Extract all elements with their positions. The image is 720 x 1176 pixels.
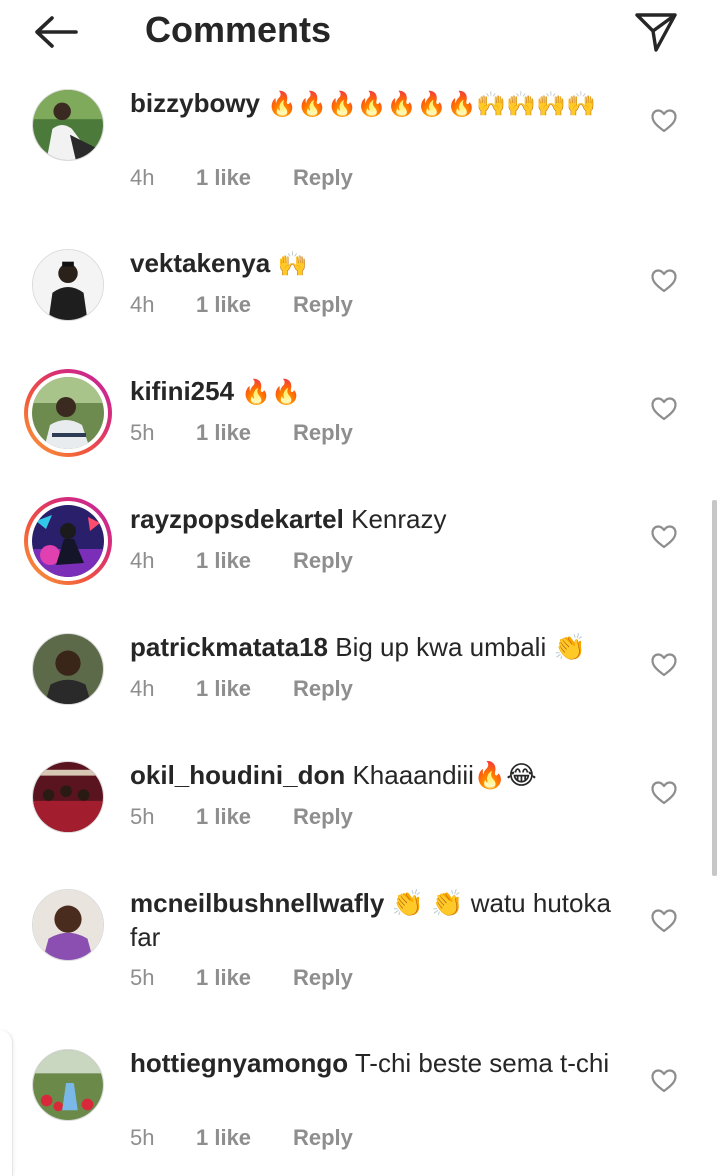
comment-body: 🔥🔥🔥🔥🔥🔥🔥🙌🙌🙌🙌 (267, 90, 596, 118)
comment-meta: 5h 1 like Reply (130, 964, 353, 992)
page-title: Comments (145, 9, 332, 50)
username-link[interactable]: okil_houdini_don (130, 760, 345, 790)
heart-icon (651, 397, 677, 421)
avatar (32, 1049, 104, 1121)
timestamp: 5h (130, 420, 155, 445)
avatar (32, 249, 104, 321)
top-bar: Comments (0, 0, 720, 66)
avatar-button[interactable] (28, 1045, 108, 1125)
avatar-button[interactable] (28, 629, 108, 709)
likes-link[interactable]: 1 like (196, 1124, 293, 1152)
avatar (32, 633, 104, 705)
heart-icon (651, 109, 677, 133)
likes-link[interactable]: 1 like (196, 164, 293, 192)
timestamp: 4h (130, 676, 155, 701)
reply-button[interactable]: Reply (293, 164, 353, 192)
reply-button[interactable]: Reply (293, 547, 353, 575)
likes-link[interactable]: 1 like (196, 547, 293, 575)
comment-meta: 4h 1 like Reply (130, 291, 353, 319)
timestamp: 5h (130, 804, 155, 829)
comment-body: Big up kwa umbali 👏 (335, 632, 586, 662)
arrow-left-icon (35, 16, 78, 48)
heart-icon (651, 653, 677, 677)
avatar (32, 889, 104, 961)
like-button[interactable] (648, 649, 680, 681)
comment-text: hottiegnyamongo T-chi beste sema t-chi (130, 1046, 630, 1080)
likes-link[interactable]: 1 like (196, 964, 293, 992)
username-link[interactable]: kifini254 (130, 376, 234, 406)
username-link[interactable]: rayzpopsdekartel (130, 504, 344, 534)
comment-body: T-chi beste sema t-chi (354, 1048, 610, 1078)
reply-button[interactable]: Reply (293, 803, 353, 831)
reply-button[interactable]: Reply (293, 291, 353, 319)
share-button[interactable] (628, 8, 684, 56)
comment-body: Kenrazy (351, 504, 447, 534)
comment-body: Khaaandiii🔥😂 (352, 760, 537, 790)
like-button[interactable] (648, 1065, 680, 1097)
timestamp: 5h (130, 1125, 155, 1150)
like-button[interactable] (648, 777, 680, 809)
heart-icon (651, 525, 677, 549)
heart-icon (651, 909, 677, 933)
comment-text: vektakenya 🙌 (130, 246, 630, 281)
heart-icon (651, 781, 677, 805)
likes-link[interactable]: 1 like (196, 291, 293, 319)
reply-button[interactable]: Reply (293, 419, 353, 447)
timestamp: 4h (130, 292, 155, 317)
comment-meta: 4h 1 like Reply (130, 547, 353, 575)
username-link[interactable]: bizzybowy (130, 88, 260, 118)
comment-text: bizzybowy 🔥🔥🔥🔥🔥🔥🔥🙌🙌🙌🙌 (130, 86, 630, 121)
avatar-button[interactable] (28, 757, 108, 837)
back-button[interactable] (28, 10, 84, 54)
story-ring (28, 373, 108, 453)
comment-meta: 5h 1 like Reply (130, 1124, 353, 1152)
username-link[interactable]: patrickmatata18 (130, 632, 328, 662)
avatar (32, 377, 104, 449)
likes-link[interactable]: 1 like (196, 419, 293, 447)
timestamp: 4h (130, 165, 155, 190)
avatar (32, 89, 104, 161)
username-link[interactable]: hottiegnyamongo (130, 1048, 348, 1078)
avatar (32, 761, 104, 833)
comment-meta: 4h 1 like Reply (130, 675, 353, 703)
comment-meta: 5h 1 like Reply (130, 419, 353, 447)
timestamp: 5h (130, 965, 155, 990)
likes-link[interactable]: 1 like (196, 675, 293, 703)
avatar-button[interactable] (28, 885, 108, 965)
reply-button[interactable]: Reply (293, 1124, 353, 1152)
like-button[interactable] (648, 265, 680, 297)
like-button[interactable] (648, 105, 680, 137)
like-button[interactable] (648, 393, 680, 425)
comment-text: rayzpopsdekartel Kenrazy (130, 502, 630, 536)
heart-icon (651, 1069, 677, 1093)
avatar-button[interactable] (28, 85, 108, 165)
reply-button[interactable]: Reply (293, 675, 353, 703)
avatar-button[interactable] (24, 369, 112, 457)
scrollbar[interactable] (712, 500, 717, 876)
comment-text: kifini254 🔥🔥 (130, 374, 630, 409)
reply-button[interactable]: Reply (293, 964, 353, 992)
avatar-button[interactable] (28, 245, 108, 325)
username-link[interactable]: vektakenya (130, 248, 270, 278)
heart-icon (651, 269, 677, 293)
side-panel-edge (0, 1030, 13, 1176)
username-link[interactable]: mcneilbushnellwafly (130, 888, 384, 918)
comment-meta: 4h 1 like Reply (130, 164, 353, 192)
timestamp: 4h (130, 548, 155, 573)
story-ring (28, 501, 108, 581)
comment-body: 🙌 (277, 250, 308, 278)
like-button[interactable] (648, 905, 680, 937)
paper-plane-icon (635, 13, 677, 52)
avatar-button[interactable] (24, 497, 112, 585)
comment-text: mcneilbushnellwafly 👏 👏 watu hutoka far (130, 886, 630, 954)
likes-link[interactable]: 1 like (196, 803, 293, 831)
like-button[interactable] (648, 521, 680, 553)
comment-meta: 5h 1 like Reply (130, 803, 353, 831)
comment-text: okil_houdini_don Khaaandiii🔥😂 (130, 758, 630, 792)
avatar (32, 505, 104, 577)
comment-body: 🔥🔥 (241, 378, 302, 406)
comment-text: patrickmatata18 Big up kwa umbali 👏 (130, 630, 630, 664)
